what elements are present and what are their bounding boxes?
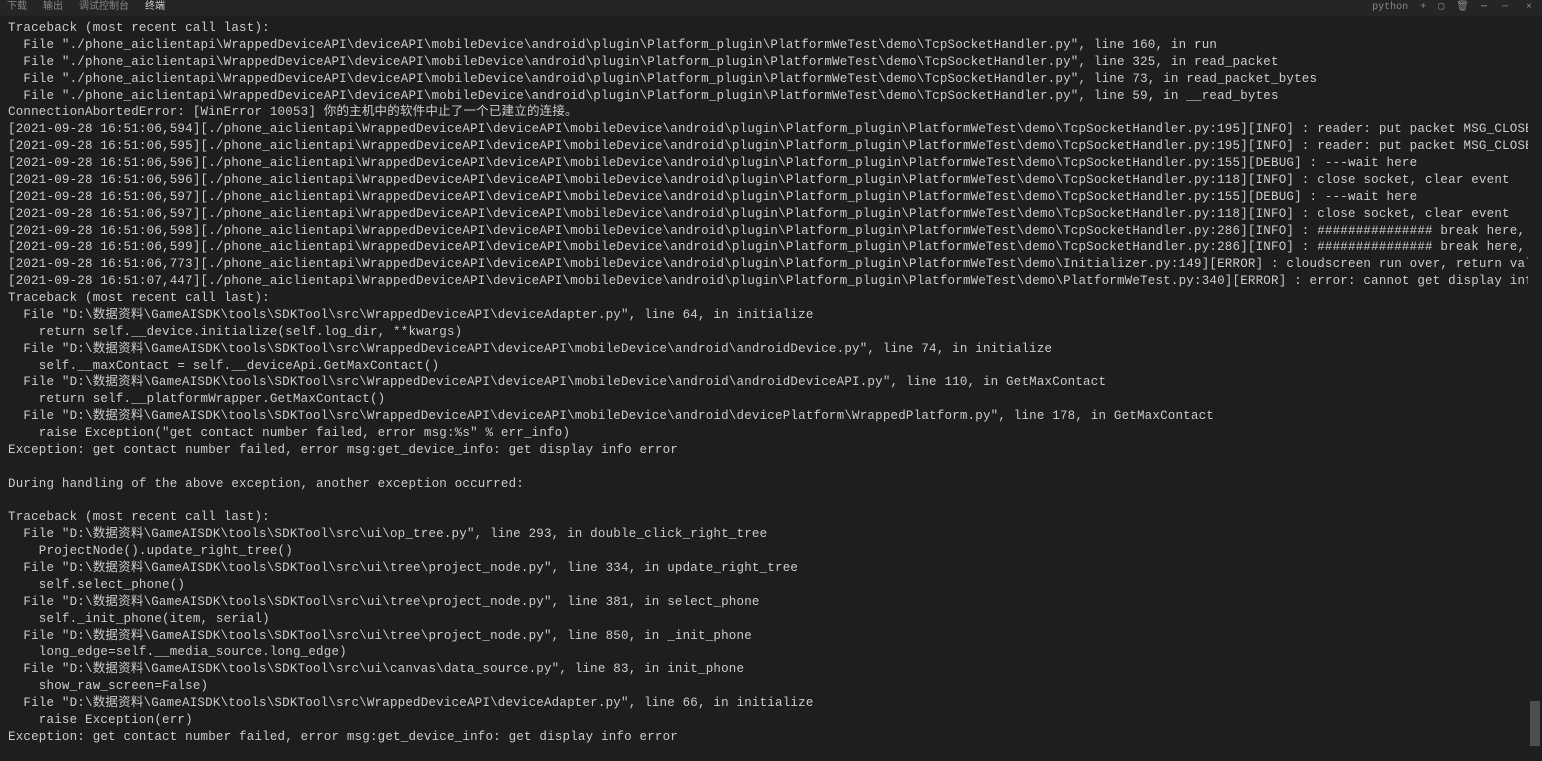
shell-label[interactable]: python [1369, 1, 1411, 15]
more-actions-icon[interactable]: ⋯ [1478, 1, 1490, 15]
new-terminal-icon[interactable]: + [1417, 1, 1429, 15]
split-terminal-icon[interactable]: ▢ [1435, 1, 1447, 15]
scrollbar-thumb[interactable] [1530, 701, 1540, 746]
terminal-scrollbar[interactable] [1528, 16, 1542, 761]
tab-terminal[interactable]: 终端 [142, 1, 168, 15]
tab-downloads[interactable]: 下载 [4, 1, 30, 15]
close-panel-icon[interactable]: × [1520, 1, 1538, 15]
terminal-container: Traceback (most recent call last): File … [0, 16, 1542, 761]
kill-terminal-icon[interactable]: 🗑 [1453, 1, 1472, 15]
panel-titlebar: 下载 输出 调试控制台 终端 python + ▢ 🗑 ⋯ ─ × [0, 0, 1542, 16]
panel-tabs: 下载 输出 调试控制台 终端 [4, 1, 168, 15]
panel-actions: python + ▢ 🗑 ⋯ ─ × [1369, 1, 1538, 15]
maximize-icon[interactable]: ─ [1496, 1, 1514, 15]
tab-output[interactable]: 输出 [40, 1, 66, 15]
terminal-output[interactable]: Traceback (most recent call last): File … [0, 16, 1528, 761]
tab-debug-console[interactable]: 调试控制台 [76, 1, 132, 15]
